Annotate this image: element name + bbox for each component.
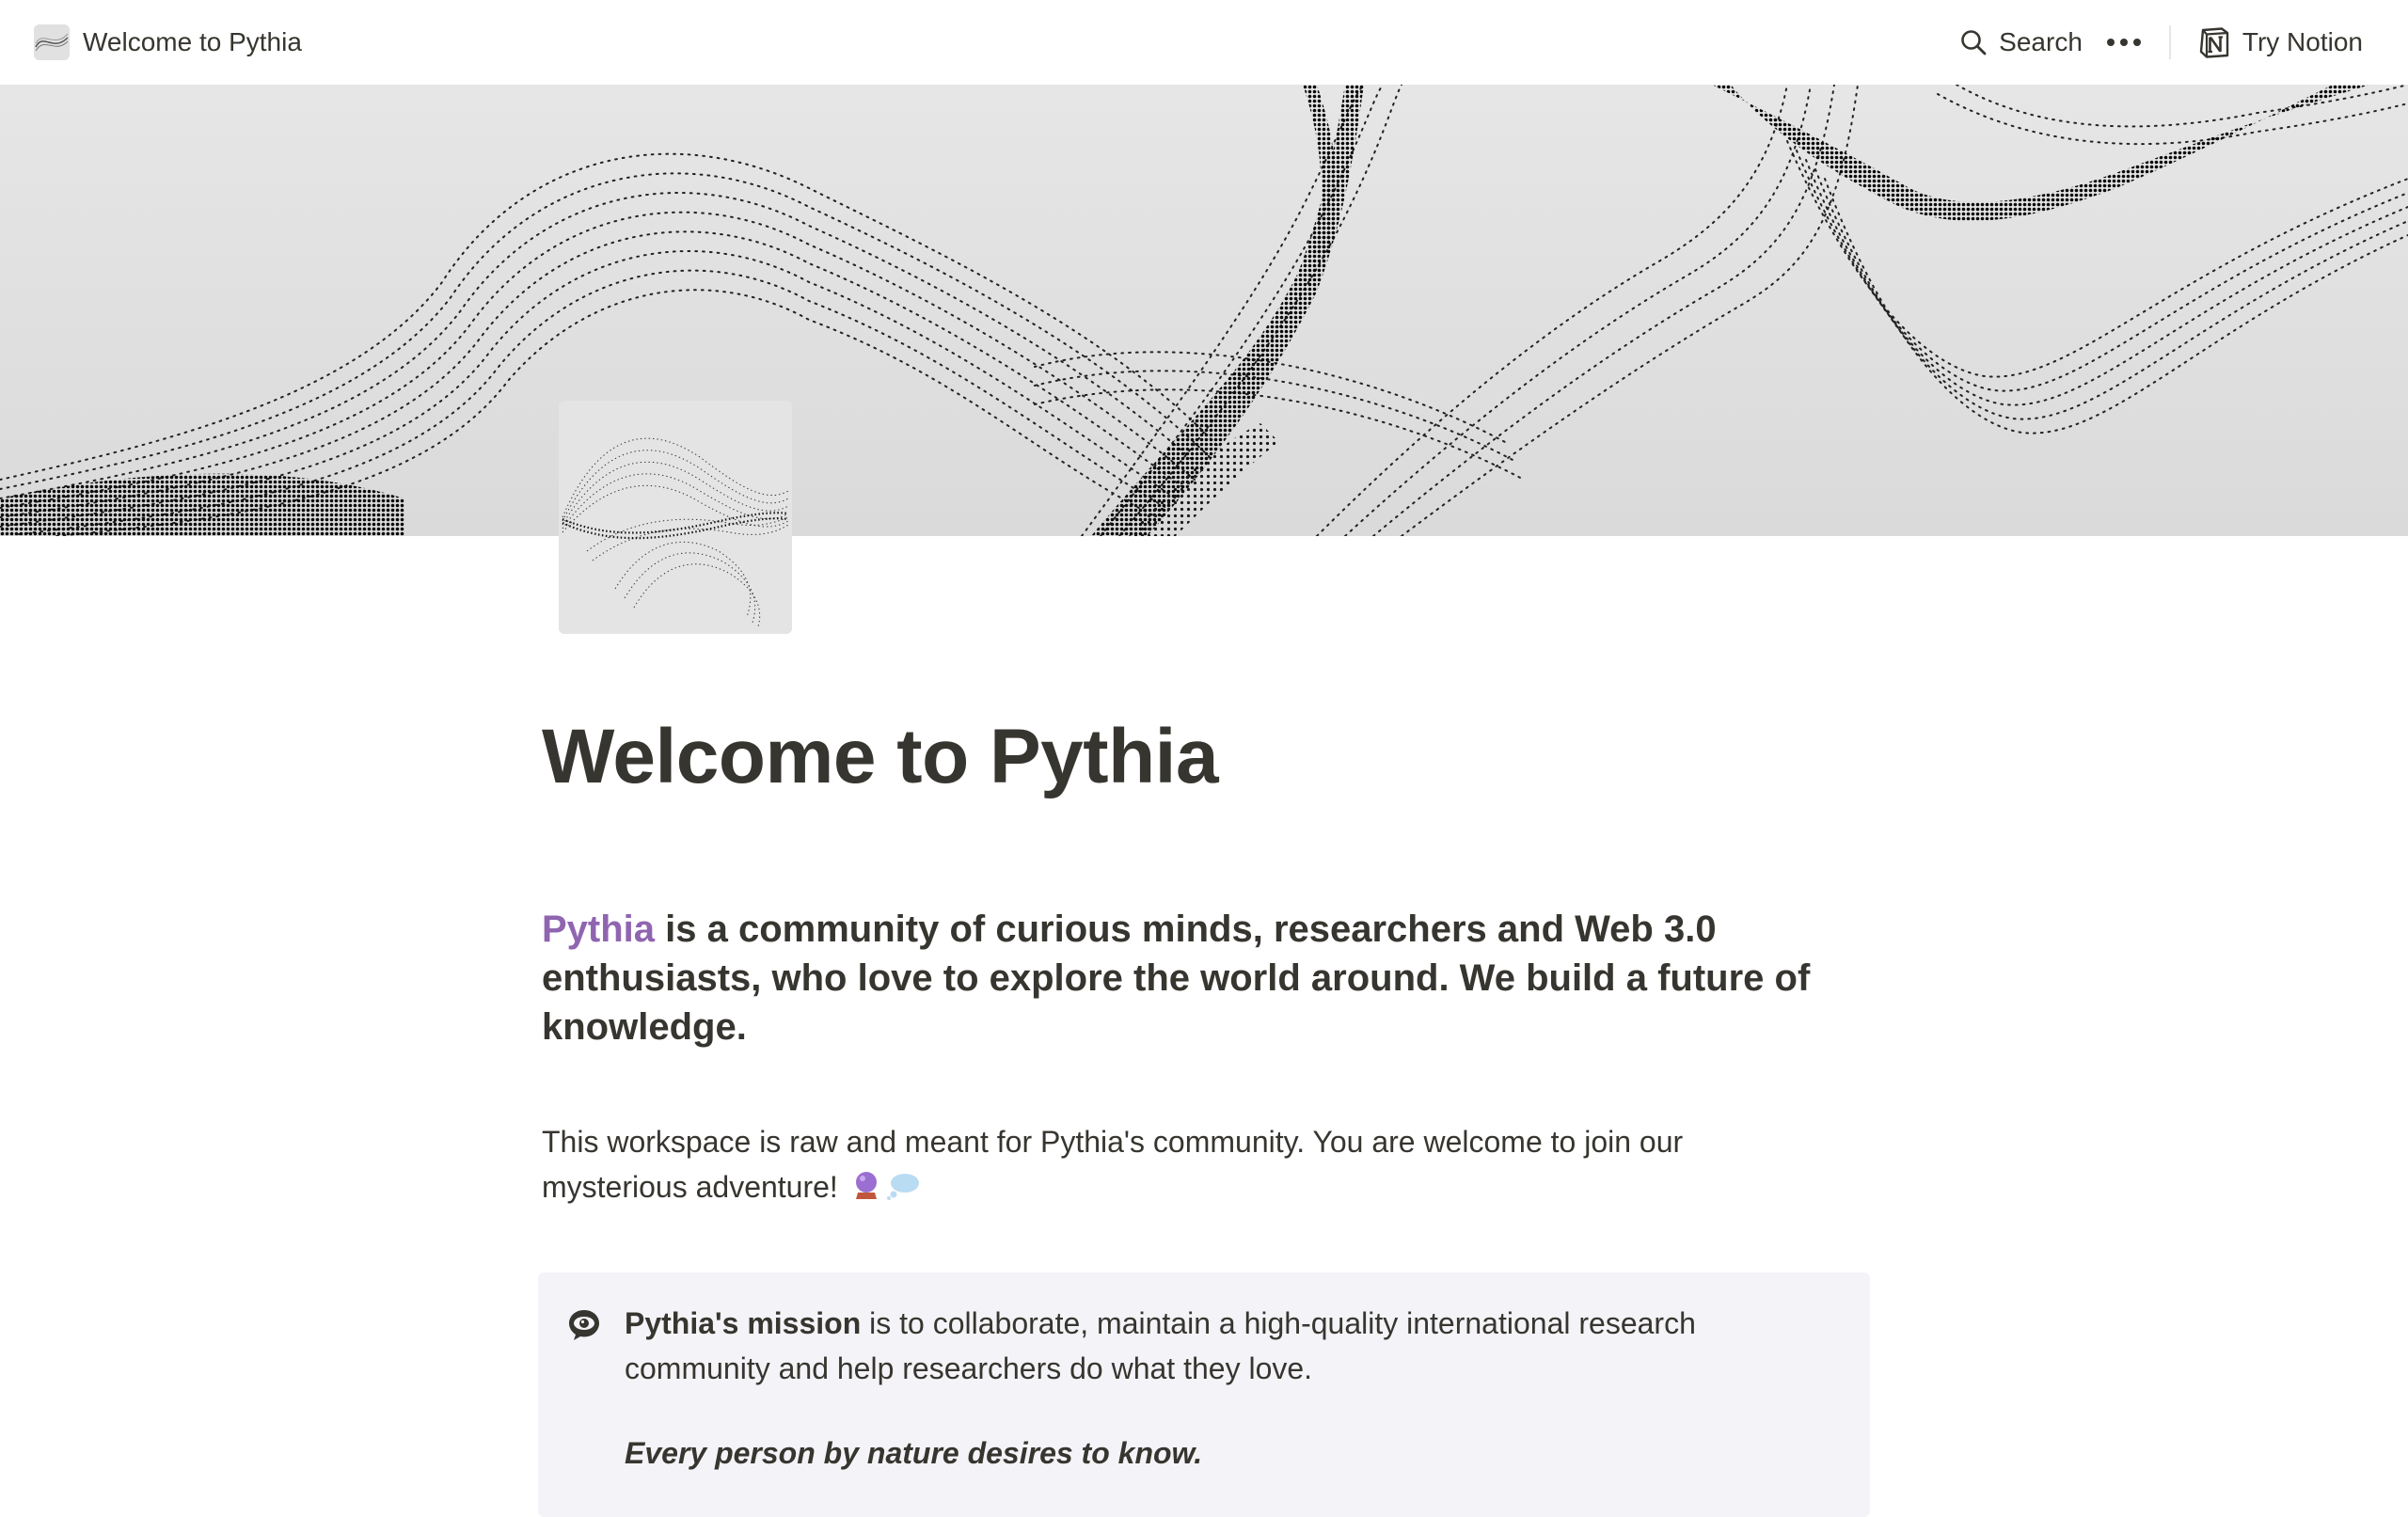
callout-bold-text: Pythia's mission — [625, 1306, 862, 1340]
page-content: Welcome to Pythia Pythia is a community … — [542, 714, 1868, 1212]
search-button[interactable]: Search — [1948, 20, 2094, 65]
breadcrumb[interactable]: Welcome to Pythia — [34, 24, 302, 60]
topbar-page-title: Welcome to Pythia — [83, 27, 302, 56]
callout-quote: Every person by nature desires to know. — [625, 1436, 1203, 1470]
crystal-ball-icon — [852, 1167, 880, 1212]
eye-speech-icon — [569, 1310, 599, 1340]
intro-paragraph: This workspace is raw and meant for Pyth… — [542, 1119, 1765, 1212]
more-dots-icon[interactable] — [2094, 31, 2154, 54]
search-icon — [1961, 30, 1987, 55]
page-title: Welcome to Pythia — [542, 714, 1219, 799]
search-label: Search — [1999, 27, 2083, 56]
intro-text: This workspace is raw and meant for Pyth… — [542, 1125, 1684, 1205]
page-icon[interactable] — [559, 401, 792, 634]
thought-bubble-icon — [886, 1167, 920, 1212]
lead-text: is a community of curious minds, researc… — [542, 909, 1811, 1049]
lead-accent-text: Pythia — [542, 909, 656, 951]
notion-logo-icon — [2199, 27, 2229, 58]
cover-image — [0, 85, 2408, 536]
callout-text: Pythia's mission is to collaborate, main… — [625, 1301, 1842, 1391]
try-notion-label: Try Notion — [2242, 27, 2363, 56]
wave-thumbnail-icon — [34, 24, 70, 60]
lead-paragraph: Pythia is a community of curious minds, … — [542, 905, 1868, 1051]
top-bar: Welcome to Pythia Search Try Notion — [0, 0, 2408, 85]
mission-callout: Pythia's mission is to collaborate, main… — [538, 1272, 1870, 1517]
topbar-divider — [2168, 25, 2171, 59]
try-notion-button[interactable]: Try Notion — [2186, 18, 2374, 67]
